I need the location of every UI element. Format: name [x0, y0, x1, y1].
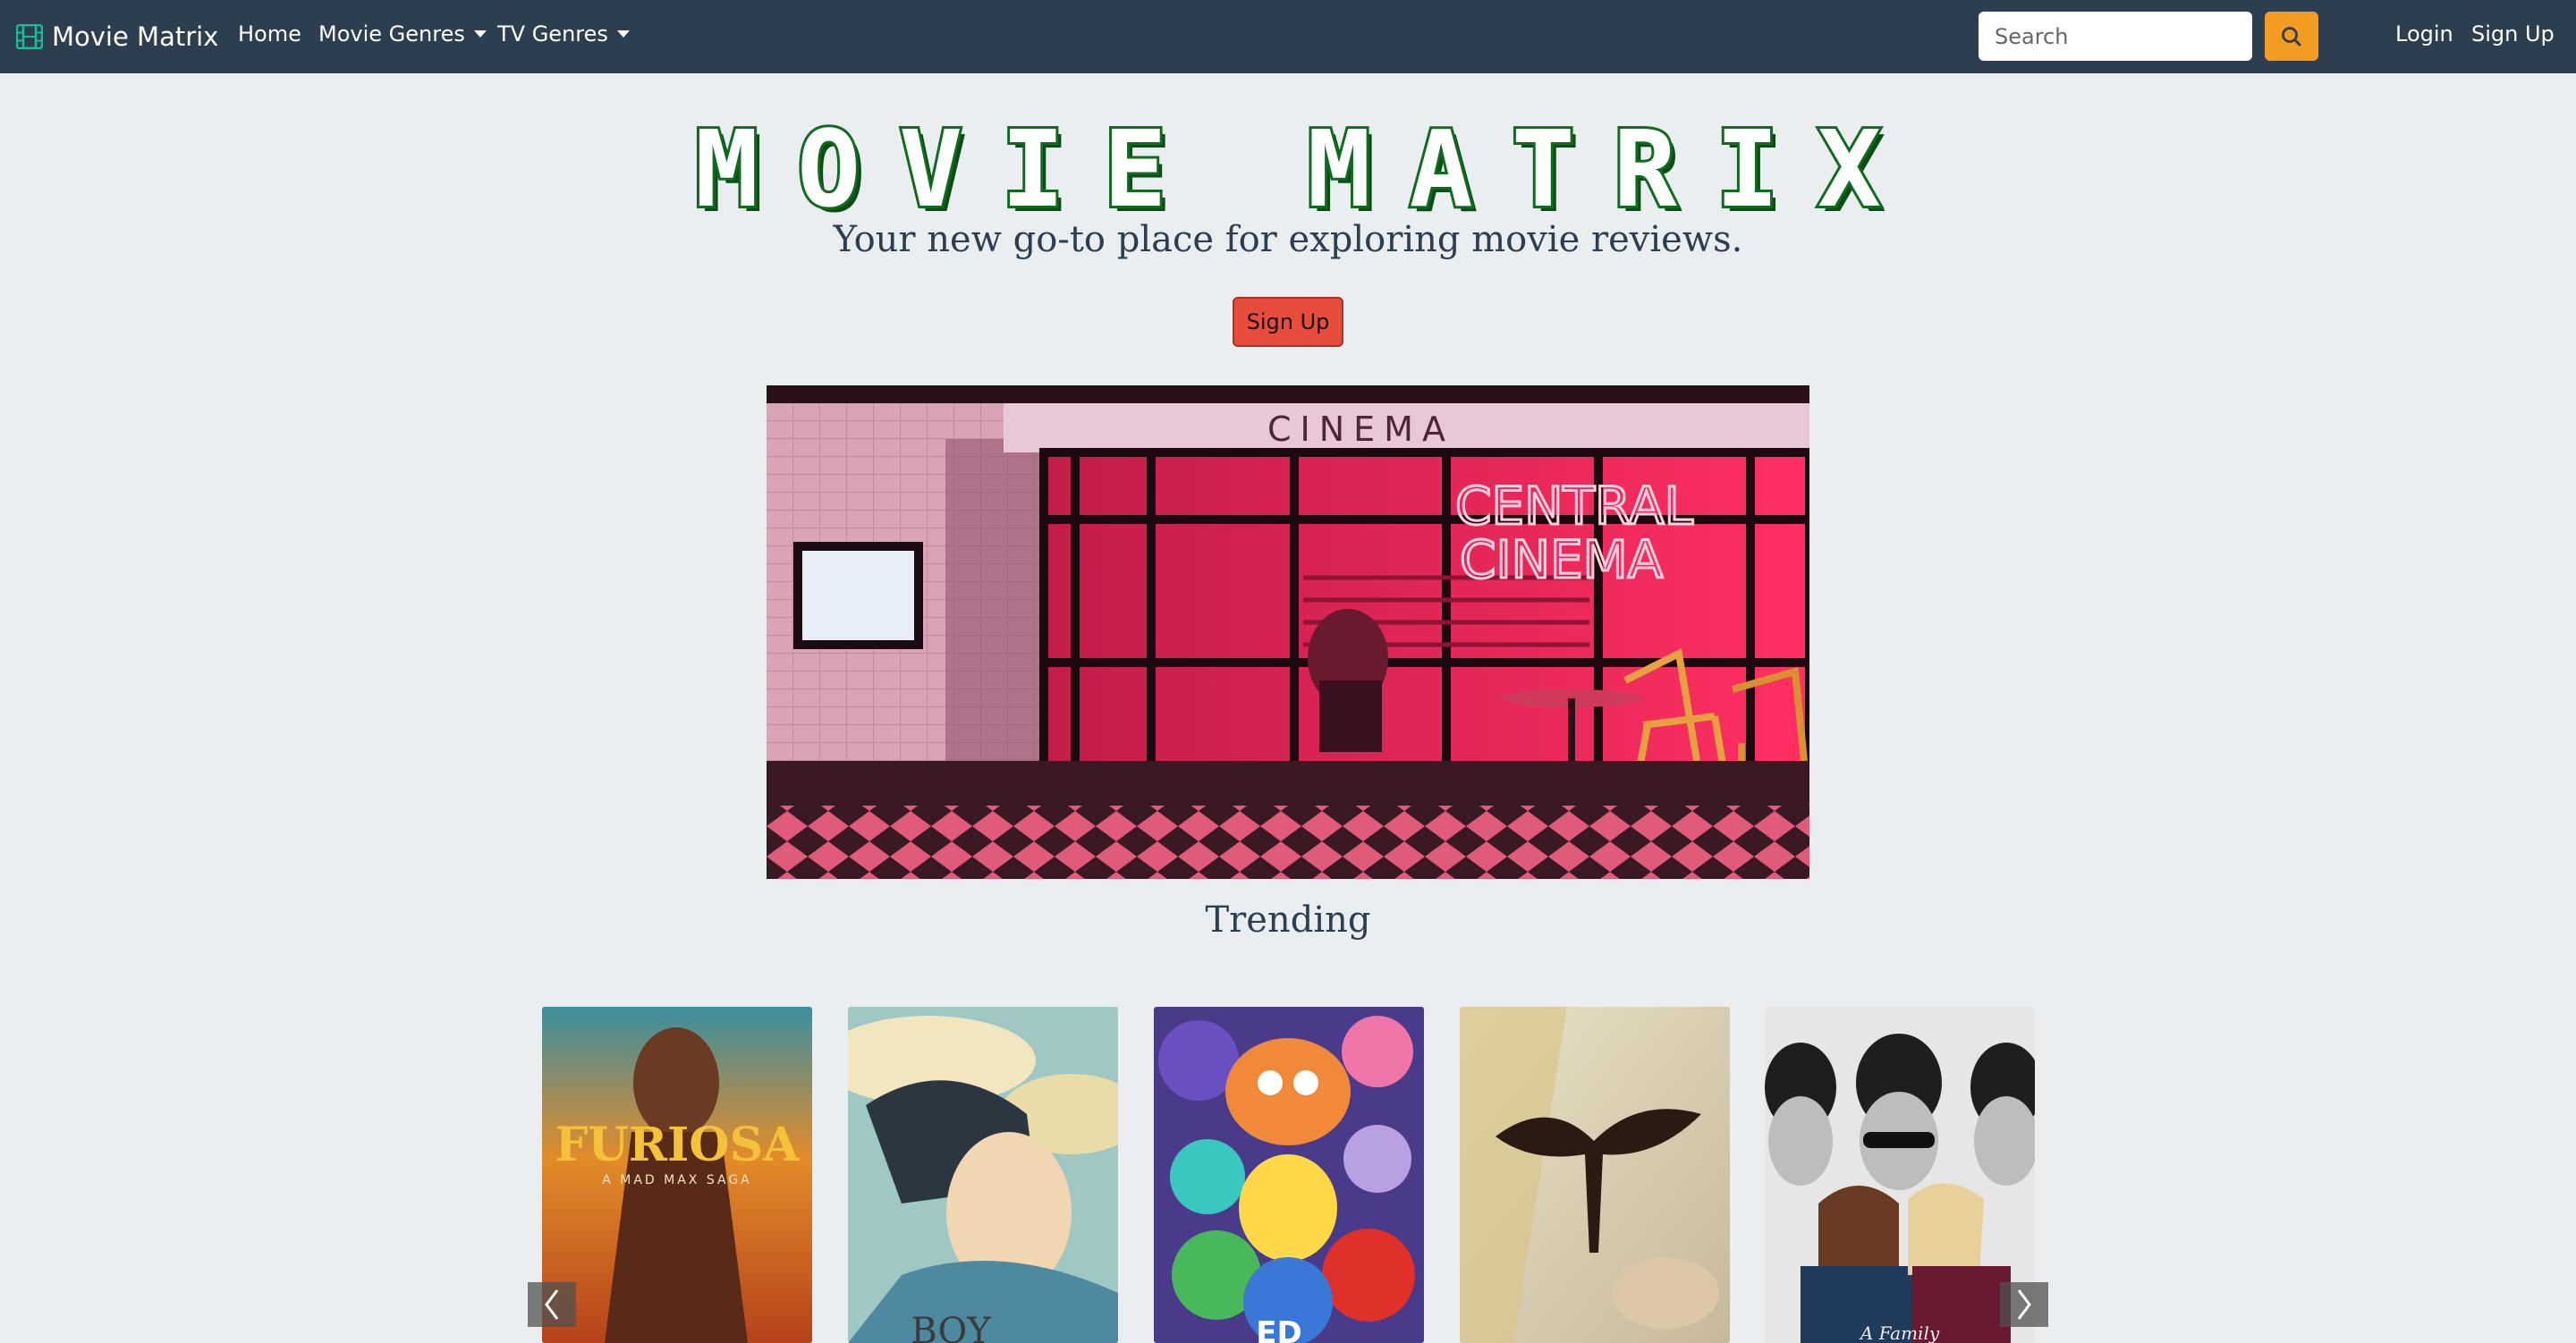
poster-card[interactable]: FURIOSA A MAD MAX SAGA [542, 1007, 812, 1343]
hero-title-shadow: MOVIE MATRIX [700, 113, 1886, 227]
poster-title: A Family [1859, 1322, 1940, 1343]
caret-down-icon [616, 30, 630, 38]
cinema-hero-image: CINEMA CENTRAL CINEMA [767, 385, 1809, 879]
poster-title: FURIOSA [555, 1118, 801, 1172]
nav-movie-genres-dropdown[interactable]: Movie Genres [318, 0, 487, 68]
top-navbar: Movie Matrix Home Movie Genres TV Genres… [0, 0, 2576, 73]
brand-name: Movie Matrix [52, 21, 219, 52]
trending-heading: Trending [1205, 900, 1371, 941]
signup-label: Sign Up [2471, 21, 2555, 46]
search-button[interactable] [2265, 12, 2318, 61]
poster-title: BOY [911, 1311, 991, 1343]
neon-sign-line1: CENTRAL [1455, 476, 1693, 536]
poster-card[interactable] [1460, 1007, 1730, 1343]
carousel-prev-button[interactable] [528, 1282, 576, 1327]
chevron-left-icon [545, 1289, 559, 1320]
nav-home-label: Home [238, 21, 301, 46]
hero-signup-button[interactable]: Sign Up [1233, 297, 1343, 347]
search-input[interactable] [1979, 12, 2252, 61]
hero-title: MOVIE MATRIX MOVIE MATRIX [692, 111, 1886, 227]
brand-link[interactable]: Movie Matrix [16, 0, 218, 73]
nav-movie-genres-label: Movie Genres [318, 21, 465, 46]
poster-title: ED [1256, 1315, 1301, 1343]
film-icon [16, 24, 43, 49]
poster-card[interactable]: BOY [848, 1007, 1118, 1343]
neon-sign-line2: CINEMA [1460, 529, 1664, 590]
hero-tagline: Your new go-to place for exploring movie… [833, 219, 1743, 260]
hero-title-text: MOVIE MATRIX [695, 111, 1881, 227]
login-label: Login [2395, 21, 2453, 46]
search-icon [2282, 26, 2301, 46]
nav-tv-genres-label: TV Genres [497, 21, 608, 46]
poster-card[interactable]: ED [1154, 1007, 1424, 1343]
poster-subtitle: A MAD MAX SAGA [602, 1173, 752, 1187]
caret-down-icon [473, 30, 487, 38]
cinema-sign-text: CINEMA [1267, 410, 1454, 449]
poster-card[interactable]: A Family [1765, 1007, 2035, 1343]
nav-tv-genres-dropdown[interactable]: TV Genres [497, 0, 630, 68]
carousel-next-button[interactable] [2000, 1282, 2048, 1327]
login-link[interactable]: Login [2395, 0, 2453, 68]
signup-link[interactable]: Sign Up [2471, 0, 2555, 68]
nav-home-link[interactable]: Home [238, 0, 301, 68]
chevron-right-icon [2017, 1289, 2031, 1320]
